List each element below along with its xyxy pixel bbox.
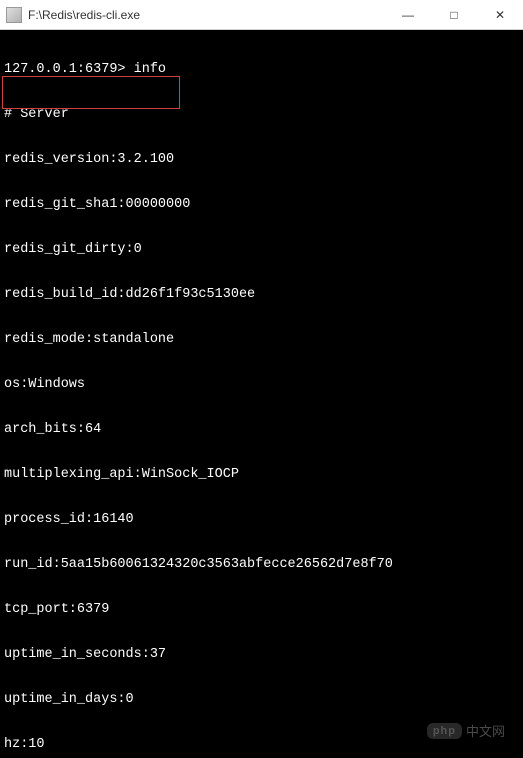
output-line: uptime_in_seconds:37: [4, 647, 519, 662]
maximize-button[interactable]: □: [431, 0, 477, 29]
output-line: hz:10: [4, 737, 519, 752]
output-line: multiplexing_api:WinSock_IOCP: [4, 467, 519, 482]
terminal-output[interactable]: 127.0.0.1:6379> info # Server redis_vers…: [0, 30, 523, 758]
highlight-annotation: [2, 76, 180, 109]
output-line: redis_git_dirty:0: [4, 242, 519, 257]
command-text: info: [134, 62, 166, 77]
output-line: redis_build_id:dd26f1f93c5130ee: [4, 287, 519, 302]
output-line: redis_version:3.2.100: [4, 152, 519, 167]
output-line: process_id:16140: [4, 512, 519, 527]
output-line: uptime_in_days:0: [4, 692, 519, 707]
prompt-line: 127.0.0.1:6379> info: [4, 62, 519, 77]
output-line: run_id:5aa15b60061324320c3563abfecce2656…: [4, 557, 519, 572]
minimize-button[interactable]: —: [385, 0, 431, 29]
window-title: F:\Redis\redis-cli.exe: [28, 8, 385, 22]
close-button[interactable]: ✕: [477, 0, 523, 29]
output-line: tcp_port:6379: [4, 602, 519, 617]
output-line: redis_mode:standalone: [4, 332, 519, 347]
output-line: arch_bits:64: [4, 422, 519, 437]
window-controls: — □ ✕: [385, 0, 523, 29]
prompt-text: 127.0.0.1:6379>: [4, 62, 134, 77]
section-header-server: # Server: [4, 107, 519, 122]
app-icon: [6, 7, 22, 23]
output-line: redis_git_sha1:00000000: [4, 197, 519, 212]
window-titlebar: F:\Redis\redis-cli.exe — □ ✕: [0, 0, 523, 30]
output-line: os:Windows: [4, 377, 519, 392]
